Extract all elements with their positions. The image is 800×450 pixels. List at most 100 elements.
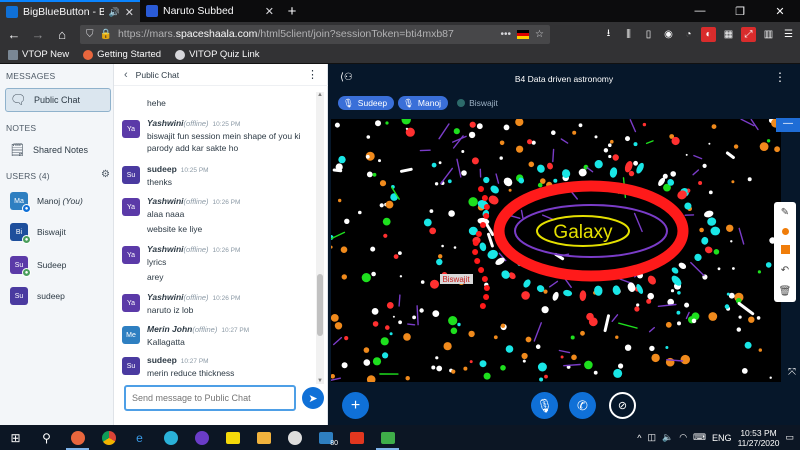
bookmark-getting-started[interactable]: Getting Started [83, 49, 161, 60]
notifications-icon[interactable]: ▭ [785, 432, 794, 443]
sidebar-item-public-chat[interactable]: 🗨 Public Chat [5, 88, 111, 112]
extension-red-icon[interactable]: ◐ [701, 26, 716, 42]
chat-options-icon[interactable]: ⋮ [307, 68, 318, 81]
download-icon[interactable]: ⭳ [601, 27, 616, 42]
sidebar-item-shared-notes[interactable]: 🗒 Shared Notes [5, 138, 111, 162]
user-item[interactable]: Su sudeep [10, 285, 110, 307]
account-icon[interactable]: ◉ [661, 27, 676, 42]
undo-icon[interactable]: ↶ [781, 265, 789, 276]
star-dot [340, 246, 348, 253]
star-dot [531, 140, 536, 145]
gear-icon[interactable]: ⚙ [101, 169, 110, 180]
spiral-arm-dot [710, 226, 721, 236]
user-item[interactable]: Su ● Sudeep [10, 254, 110, 277]
bookmark-vtop-new[interactable]: VTOP New [8, 49, 69, 60]
ie-taskbar-icon[interactable]: e [124, 425, 155, 450]
clock[interactable]: 10:53 PM 11/27/2020 [738, 428, 780, 448]
scrollbar-thumb[interactable] [317, 274, 323, 336]
bookmark-vitop-quiz[interactable]: VITOP Quiz Link [175, 49, 259, 60]
streak-line [416, 305, 419, 326]
close-window-icon[interactable]: ✕ [760, 0, 800, 22]
chat-scrollbar[interactable]: ▲ ▼ [316, 92, 324, 384]
star-dot [379, 180, 387, 187]
chat-message-input[interactable] [124, 385, 296, 411]
library-icon[interactable]: ⫼ [621, 27, 636, 42]
url-text[interactable]: https://mars.spaceshaala.com/html5client… [118, 28, 495, 40]
lock-icon[interactable]: 🔒 [100, 29, 112, 40]
actions-plus-button[interactable]: + [342, 392, 369, 419]
file-explorer-icon[interactable] [248, 425, 279, 450]
forward-icon[interactable]: → [28, 24, 48, 44]
star-dot [615, 335, 619, 339]
star-dot [371, 308, 379, 315]
star-dot [372, 357, 382, 366]
talker-sudeep[interactable]: 🎙 Sudeep [338, 96, 395, 110]
whiteboard-slide[interactable]: Galaxy Biswajit [331, 119, 781, 382]
star-icon[interactable]: ☆ [535, 29, 544, 40]
talker-biswajit[interactable]: Biswajit [452, 96, 505, 110]
tab-bigbluebutton[interactable]: BigBlueButton - B4 Data driv 🔊 ✕ [0, 0, 140, 22]
scroll-down-icon[interactable]: ▼ [316, 378, 324, 384]
options-kebab-icon[interactable]: ⋮ [774, 70, 786, 84]
task-icon[interactable]: 80 [310, 425, 341, 450]
star-dot [726, 292, 730, 296]
menu-icon[interactable]: ☰ [781, 27, 796, 42]
red-arc-dot [474, 258, 481, 264]
sidebar-toggle-icon[interactable]: ▯ [641, 27, 656, 42]
speaker-icon[interactable]: 🔊 [109, 7, 120, 18]
leave-audio-button[interactable]: ✆ [569, 392, 596, 419]
color-square-icon[interactable] [780, 245, 790, 255]
volume-icon[interactable]: 🔈 [662, 432, 673, 443]
language-indicator[interactable]: ENG [712, 433, 732, 443]
close-tab-icon[interactable]: ✕ [265, 5, 274, 18]
search-icon[interactable]: ⚲ [31, 425, 62, 450]
chevron-up-icon[interactable]: ^ [637, 433, 641, 443]
close-tab-icon[interactable]: ✕ [125, 6, 134, 19]
tab-naruto[interactable]: Naruto Subbed ✕ [140, 0, 280, 22]
star-dot [457, 322, 461, 327]
talker-manoj[interactable]: 🎙 Manoj [398, 96, 449, 110]
sticky-notes-icon[interactable] [217, 425, 248, 450]
cursor-label: Biswajit [442, 275, 470, 284]
star-dot [625, 347, 629, 351]
chrome-taskbar-icon[interactable] [93, 425, 124, 450]
keyboard-icon[interactable]: ⌨ [693, 432, 706, 443]
fullscreen-icon[interactable]: ⤧ [788, 367, 796, 378]
media-taskbar-icon[interactable] [186, 425, 217, 450]
page-actions-icon[interactable]: ••• [501, 29, 512, 40]
restore-window-icon[interactable]: ❐ [720, 0, 760, 22]
extension-zoom-icon[interactable]: ⤢ [741, 26, 756, 42]
pencil-icon[interactable]: ✎ [781, 207, 789, 218]
minimize-window-icon[interactable]: — [680, 0, 720, 22]
trash-icon[interactable]: 🗑 [779, 286, 792, 297]
german-flag-icon[interactable] [517, 29, 530, 39]
extension-grid-icon[interactable]: ▦ [721, 27, 736, 42]
edge-taskbar-icon[interactable] [155, 425, 186, 450]
scroll-up-icon[interactable]: ▲ [316, 92, 324, 98]
user-item[interactable]: Ma ● Manoj (You) [10, 190, 110, 213]
obs-taskbar-icon[interactable] [279, 425, 310, 450]
star-dot [670, 171, 676, 177]
extension-bars-icon[interactable]: ▥ [761, 27, 776, 42]
shield-icon[interactable]: ⛉ [86, 29, 94, 40]
windows-start-icon[interactable]: ⊞ [0, 425, 31, 450]
new-tab-button[interactable]: + [280, 0, 304, 22]
send-message-button[interactable]: ➤ [302, 387, 324, 409]
thickness-dot-icon[interactable] [781, 228, 789, 236]
network-icon[interactable]: ◫ [647, 432, 656, 443]
mute-button[interactable]: 🎙 [531, 392, 558, 419]
home-icon[interactable]: ⌂ [52, 24, 72, 44]
hide-presentation-button[interactable]: — [776, 118, 800, 132]
wifi-icon[interactable]: ◠ [679, 432, 687, 443]
leave-session-icon[interactable]: ⟨⚇ [340, 72, 353, 83]
share-webcam-button[interactable]: ⊘ [609, 392, 636, 419]
firefox-taskbar-icon[interactable] [62, 425, 93, 450]
back-icon[interactable]: ← [4, 24, 24, 44]
app-red-icon[interactable] [341, 425, 372, 450]
user-item[interactable]: Bi ● Biswajit [10, 221, 110, 244]
chevron-left-icon[interactable]: ‹ [124, 69, 128, 81]
vpn-icon[interactable]: ◔ [681, 27, 696, 42]
avatar: Ma ● [10, 192, 31, 213]
address-bar[interactable]: ⛉ 🔒 https://mars.spaceshaala.com/html5cl… [80, 24, 550, 44]
app-green-icon[interactable] [372, 425, 403, 450]
